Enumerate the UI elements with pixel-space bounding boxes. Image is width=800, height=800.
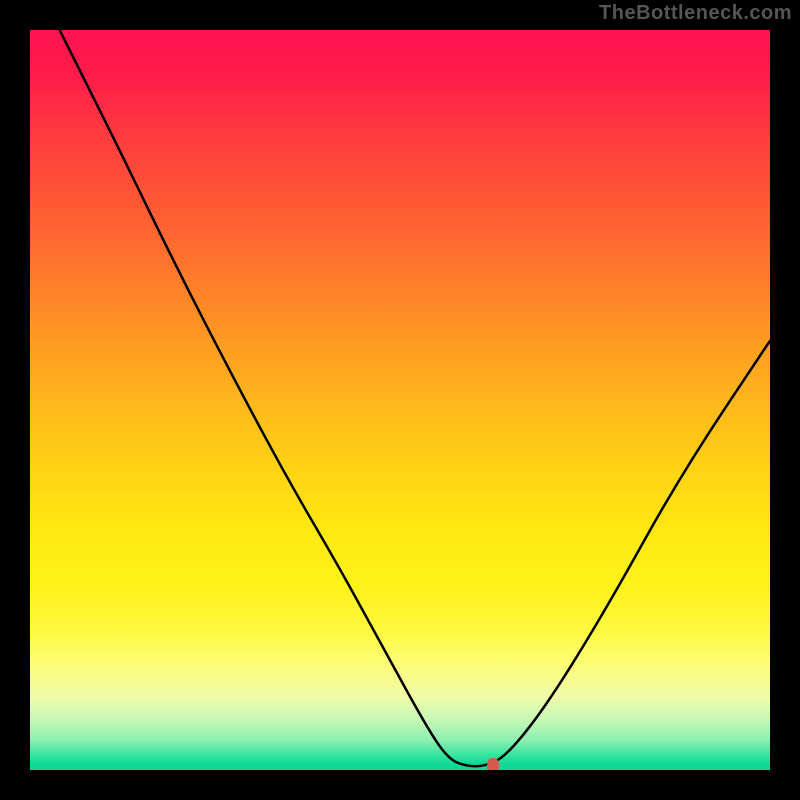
plot-area bbox=[30, 30, 770, 770]
bottleneck-marker bbox=[487, 758, 499, 770]
chart-frame: TheBottleneck.com bbox=[0, 0, 800, 800]
heat-gradient bbox=[30, 30, 770, 770]
watermark-text: TheBottleneck.com bbox=[599, 2, 792, 25]
